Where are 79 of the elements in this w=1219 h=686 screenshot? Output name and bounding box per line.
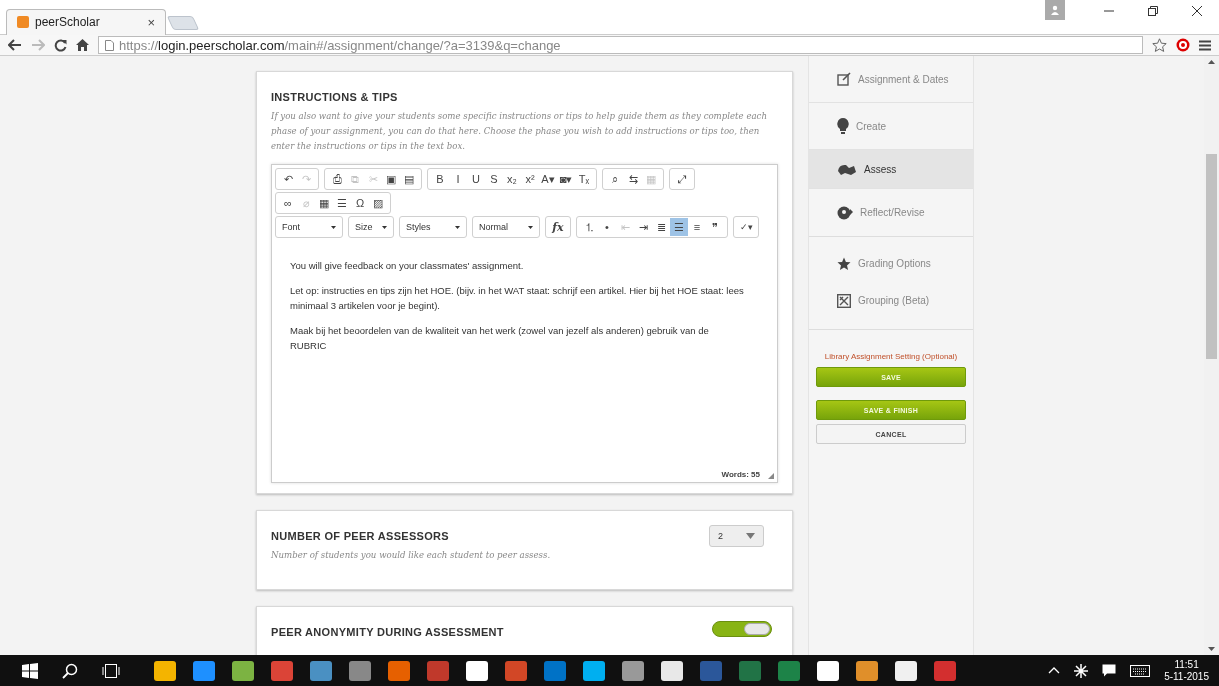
toolbar-button[interactable]: U: [467, 170, 485, 188]
star-icon: [837, 256, 851, 271]
windows-logo-icon[interactable]: [22, 662, 38, 679]
toolbar-button[interactable]: S: [485, 170, 503, 188]
section-heading: PEER ANONYMITY DURING ASSESSMENT: [271, 626, 504, 638]
caret-icon: [382, 225, 387, 229]
notification-icon[interactable]: [1102, 664, 1117, 677]
extension-icon[interactable]: [1176, 38, 1190, 52]
caret-icon: [455, 225, 460, 229]
toolbar-button[interactable]: ≡: [688, 218, 706, 236]
home-icon[interactable]: [76, 39, 89, 51]
tab-title: peerScholar: [35, 15, 101, 29]
keyboard-icon[interactable]: [1130, 664, 1151, 677]
toolbar-button[interactable]: ∞: [279, 194, 297, 212]
toolbar-button[interactable]: ▤: [400, 170, 418, 188]
toolbar-button[interactable]: ⎙: [328, 170, 346, 188]
editor-paragraph: You will give feedback on your classmates' assignment.: [290, 259, 525, 273]
page-icon: [105, 39, 114, 51]
bookmark-star-icon[interactable]: [1152, 38, 1167, 52]
caret-icon: [331, 225, 336, 229]
toolbar-button[interactable]: I: [449, 170, 467, 188]
chevron-up-icon[interactable]: [1048, 667, 1061, 674]
task-view-icon[interactable]: [102, 663, 120, 678]
search-icon[interactable]: [62, 662, 78, 679]
toolbar-button[interactable]: Ω: [351, 194, 369, 212]
close-icon[interactable]: [1191, 5, 1203, 17]
lightbulb-icon: [837, 117, 849, 135]
browser-tab[interactable]: peerScholar ×: [6, 8, 166, 35]
section-heading: NUMBER OF PEER ASSESSORS: [271, 530, 450, 542]
word-count: Words: 55: [721, 470, 760, 479]
editor-dropdown[interactable]: Normal: [472, 216, 540, 238]
toolbar-button[interactable]: ▣: [382, 170, 400, 188]
toolbar-button[interactable]: ▦: [315, 194, 333, 212]
caret-icon: [528, 225, 533, 229]
sidebar-item[interactable]: Assess: [809, 150, 973, 189]
toolbar-button[interactable]: ⌕: [606, 170, 624, 188]
resize-grip-icon[interactable]: [768, 473, 774, 479]
library-setting-link[interactable]: Library Assignment Setting (Optional): [824, 352, 958, 361]
editor-dropdown[interactable]: Font: [275, 216, 343, 238]
toolbar-button[interactable]: Tₓ: [575, 170, 593, 188]
editor-paragraph: Maak bij het beoordelen van de kwaliteit van het werk (zowel van jezelf als anderen) gebruik van de RUBRIC: [290, 324, 710, 353]
toolbar-button[interactable]: ↶: [279, 170, 297, 188]
toolbar-button[interactable]: ❞: [706, 218, 724, 236]
edit-square-icon: [837, 72, 851, 86]
assessors-select[interactable]: 2: [709, 525, 764, 547]
back-arrow-icon[interactable]: [8, 39, 22, 51]
restore-icon[interactable]: [1147, 5, 1159, 17]
caret-icon: [746, 533, 755, 539]
toolbar-button[interactable]: ◙▾: [557, 170, 575, 188]
toolbar-button[interactable]: ☰: [670, 218, 688, 236]
close-tab-button[interactable]: ×: [147, 14, 155, 30]
toolbar-button[interactable]: ▨: [369, 194, 387, 212]
scroll-down-icon[interactable]: [1208, 647, 1215, 651]
toolbar-button[interactable]: ≣: [652, 218, 670, 236]
menu-icon[interactable]: [1199, 39, 1211, 51]
section-heading: INSTRUCTIONS & TIPS: [271, 91, 399, 103]
toolbar-button[interactable]: ☰: [333, 194, 351, 212]
section-description: Number of students you would like each student to peer assess.: [271, 549, 551, 562]
toolbar-button[interactable]: ⇆: [624, 170, 642, 188]
toolbar-button[interactable]: x₂: [503, 170, 521, 188]
reload-icon[interactable]: [54, 38, 67, 52]
grouping-icon: [837, 293, 851, 308]
editor-paragraph: Let op: instructies en tips zijn het HOE. (bijv. in het WAT staat: schrijf een artikel. Hier bij het HOE staat: lees minimaal 3 artikelen voor je begint).: [290, 284, 745, 313]
network-icon[interactable]: [1074, 663, 1089, 678]
address-field[interactable]: https://login.peerscholar.com/main#/assignment/change/?a=3139&q=change: [98, 36, 1143, 54]
scroll-up-icon[interactable]: [1208, 60, 1215, 64]
toolbar-button[interactable]: B: [431, 170, 449, 188]
section-description: If you also want to give your students some specific instructions or tips to help guide them as they complete each phase of your assignment, you can do that here. Choose the phase you wish to add instructions or tips too, then enter the instructions or tips in the text box.: [271, 110, 768, 153]
toolbar-button[interactable]: ⇥: [634, 218, 652, 236]
toolbar-button[interactable]: •: [598, 218, 616, 236]
anonymity-toggle[interactable]: [712, 621, 772, 637]
toolbar-button[interactable]: A▾: [539, 170, 557, 188]
clock-date[interactable]: 5-11-2015: [1164, 670, 1209, 683]
clock-time[interactable]: 11:51: [1174, 658, 1199, 671]
toolbar-button[interactable]: x²: [521, 170, 539, 188]
editor-dropdown[interactable]: Styles: [399, 216, 467, 238]
site-favicon-icon: [17, 16, 29, 28]
editor-dropdown[interactable]: Size: [348, 216, 394, 238]
toolbar-button[interactable]: ⒈: [580, 218, 598, 236]
